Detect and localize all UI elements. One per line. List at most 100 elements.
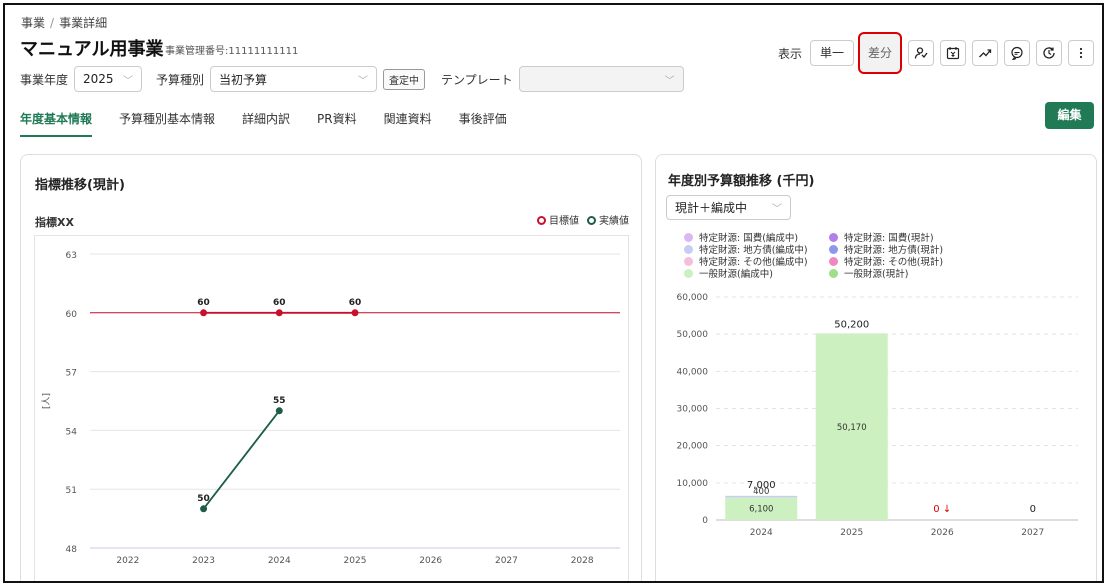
- legend-swatch-icon: [829, 257, 838, 266]
- budget-legend-label: 特定財源: その他(編成中): [699, 257, 808, 268]
- budget-type-value: 当初予算: [219, 72, 268, 87]
- diff-view-button[interactable]: 差分: [857, 32, 902, 74]
- legend-swatch-icon: [829, 245, 838, 254]
- view-toggle: 単一 差分: [809, 32, 902, 74]
- budget-legend-item[interactable]: 一般財源(編成中): [684, 269, 829, 281]
- tab-bar: 年度基本情報 予算種別基本情報 詳細内訳 PR資料 関連資料 事後評価: [20, 110, 507, 137]
- x-tick-label: 2025: [840, 528, 863, 538]
- data-label: 60: [273, 298, 286, 308]
- chevron-down-icon: ﹀: [664, 75, 675, 87]
- view-toggle-label: 表示: [777, 46, 802, 61]
- legend-swatch-icon: [684, 245, 693, 254]
- legend-swatch-icon: [684, 233, 693, 242]
- y-tick-label: 40,000: [677, 367, 709, 377]
- breadcrumb-separator: /: [50, 16, 55, 30]
- y-axis-label: [人]: [41, 393, 52, 409]
- budget-legend-item[interactable]: 特定財源: その他(現計): [829, 257, 969, 269]
- y-tick-label: 20,000: [677, 442, 709, 452]
- segment-label: 50,170: [837, 423, 867, 433]
- data-label: 60: [197, 298, 210, 308]
- y-tick-label: 50,000: [677, 330, 709, 340]
- single-view-button[interactable]: 単一: [809, 40, 854, 66]
- comment-icon[interactable]: [1004, 40, 1030, 66]
- budget-legend-item[interactable]: 特定財源: 地方債(現計): [829, 245, 969, 257]
- target-point[interactable]: [200, 309, 208, 317]
- tab-related-materials[interactable]: 関連資料: [384, 110, 432, 137]
- budget-legend-item[interactable]: 特定財源: 国費(編成中): [684, 233, 829, 245]
- actual-series-line: [202, 410, 280, 510]
- y-tick-label: 0: [702, 516, 708, 526]
- x-tick-label: 2025: [344, 556, 367, 566]
- legend-swatch-icon: [829, 269, 838, 278]
- indicator-panel: 指標推移(現計) 指標XX 目標値 実績値 48 51 54 57 60 63 2022 20…: [20, 154, 642, 581]
- tab-pr-materials[interactable]: PR資料: [317, 110, 357, 137]
- target-point[interactable]: [351, 309, 359, 317]
- data-label: 50: [197, 494, 210, 504]
- filter-bar: 事業年度 2025 ﹀ 予算種別 当初予算 ﹀ 査定中 テンプレート ﹀: [20, 66, 684, 92]
- data-label: 60: [349, 298, 362, 308]
- history-icon[interactable]: [1036, 40, 1062, 66]
- tab-fiscal-basic-info[interactable]: 年度基本情報: [20, 110, 93, 137]
- budget-type-select[interactable]: 当初予算 ﹀: [210, 66, 378, 92]
- actual-marker-icon: [587, 216, 596, 225]
- fiscal-year-label: 事業年度: [20, 72, 69, 87]
- legend-swatch-icon: [684, 257, 693, 266]
- breadcrumb-current: 事業詳細: [59, 16, 108, 30]
- x-tick-label: 2026: [419, 556, 442, 566]
- budget-legend-label: 一般財源(編成中): [699, 269, 773, 280]
- legend-swatch-icon: [684, 269, 693, 278]
- trend-chart-icon[interactable]: [972, 40, 998, 66]
- indicator-panel-title: 指標推移(現計): [35, 178, 125, 193]
- fiscal-year-select[interactable]: 2025 ﹀: [74, 66, 143, 92]
- data-label: 55: [273, 396, 286, 406]
- budget-legend-label: 特定財源: その他(現計): [844, 257, 944, 268]
- y-tick-label: 48: [66, 545, 78, 555]
- person-search-icon[interactable]: [908, 40, 934, 66]
- calendar-yen-icon[interactable]: [940, 40, 966, 66]
- budget-mode-select[interactable]: 現計＋編成中 ﹀: [666, 195, 791, 220]
- x-tick-label: 2026: [931, 528, 954, 538]
- x-tick-label: 2027: [1021, 528, 1044, 538]
- indicator-legend: 目標値 実績値: [537, 212, 629, 227]
- legend-actual[interactable]: 実績値: [587, 212, 629, 227]
- actual-point[interactable]: [275, 407, 283, 415]
- actual-point[interactable]: [200, 505, 208, 513]
- app-frame: 事業 / 事業詳細 マニュアル用事業 事業管理番号:11111111111 表示 単…: [3, 3, 1104, 583]
- x-tick-label: 2022: [116, 556, 139, 566]
- y-tick-label: 30,000: [677, 405, 709, 415]
- tab-post-evaluation[interactable]: 事後評価: [459, 110, 507, 137]
- budget-legend-item[interactable]: 特定財源: 国費(現計): [829, 233, 969, 245]
- budget-legend-item[interactable]: 特定財源: その他(編成中): [684, 257, 829, 269]
- legend-target-label: 目標値: [549, 216, 579, 227]
- y-tick-label: 57: [66, 369, 77, 379]
- total-label: 7,000: [747, 480, 776, 491]
- budget-legend-item[interactable]: 一般財源(現計): [829, 269, 969, 281]
- budget-mode-value: 現計＋編成中: [675, 201, 748, 215]
- y-tick-label: 54: [66, 427, 78, 437]
- segment-label: 6,100: [749, 505, 773, 515]
- x-tick-label: 2023: [192, 556, 215, 566]
- edit-button[interactable]: 編集: [1045, 102, 1094, 129]
- budget-panel-title: 年度別予算額推移 (千円): [668, 174, 815, 189]
- fiscal-year-value: 2025: [83, 72, 114, 86]
- budget-legend-label: 一般財源(現計): [844, 269, 909, 280]
- budget-legend-label: 特定財源: 国費(現計): [844, 233, 934, 244]
- budget-type-label: 予算種別: [156, 72, 205, 87]
- tab-detail-breakdown[interactable]: 詳細内訳: [242, 110, 290, 137]
- chevron-down-icon: ﹀: [358, 75, 369, 87]
- budget-legend-label: 特定財源: 国費(編成中): [699, 233, 799, 244]
- more-menu-icon[interactable]: [1068, 40, 1094, 66]
- budget-legend: 特定財源: 国費(編成中) 特定財源: 国費(現計) 特定財源: 地方債(編成中) 特…: [684, 233, 969, 281]
- legend-target[interactable]: 目標値: [537, 212, 579, 227]
- target-point[interactable]: [275, 309, 283, 317]
- total-label: 0 ↓: [933, 504, 951, 515]
- breadcrumb-root-link[interactable]: 事業: [21, 16, 45, 30]
- total-label: 50,200: [834, 319, 869, 330]
- x-tick-label: 2028: [571, 556, 594, 566]
- legend-actual-label: 実績値: [599, 216, 629, 227]
- tab-budget-type-basic-info[interactable]: 予算種別基本情報: [119, 110, 215, 137]
- template-select[interactable]: ﹀: [518, 66, 684, 92]
- budget-legend-item[interactable]: 特定財源: 地方債(編成中): [684, 245, 829, 257]
- x-tick-label: 2027: [495, 556, 518, 566]
- template-label: テンプレート: [441, 72, 513, 87]
